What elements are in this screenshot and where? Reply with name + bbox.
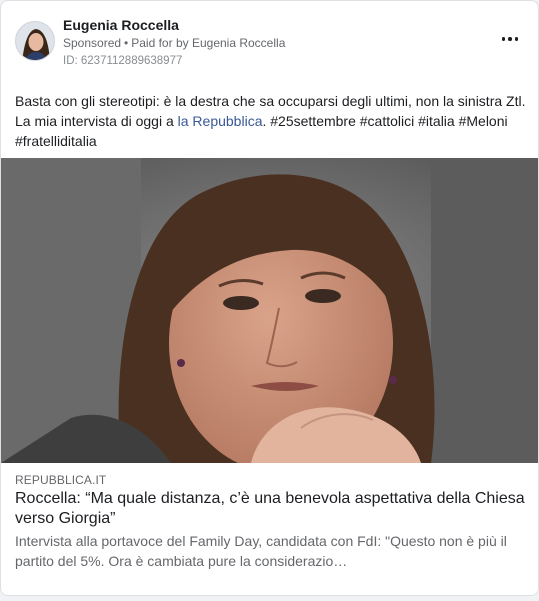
paid-for-prefix: Paid for by <box>131 36 189 50</box>
ad-id: ID: 6237112889638977 <box>63 55 183 67</box>
repubblica-link[interactable]: la Repubblica <box>178 113 263 129</box>
link-domain: REPUBBLICA.IT <box>15 473 107 487</box>
separator-dot: • <box>124 36 129 50</box>
author-name[interactable]: Eugenia Roccella <box>63 17 179 33</box>
link-description: Intervista alla portavoce del Family Day… <box>15 533 507 569</box>
link-headline[interactable]: Roccella: “Ma quale distanza, c’è una be… <box>15 489 525 529</box>
link-preview[interactable]: REPUBBLICA.IT Roccella: “Ma quale distan… <box>1 463 538 595</box>
author-avatar[interactable] <box>15 21 55 61</box>
sponsored-line: Sponsored • Paid for by Eugenia Roccella <box>63 36 285 50</box>
post-text: Basta con gli stereotipi: è la destra ch… <box>15 91 530 151</box>
paid-for-name: Eugenia Roccella <box>191 36 286 50</box>
ad-card: Eugenia Roccella Sponsored • Paid for by E… <box>0 0 539 596</box>
post-photo[interactable] <box>1 158 538 463</box>
sponsored-label: Sponsored <box>63 36 122 50</box>
post-header: Eugenia Roccella Sponsored • Paid for by E… <box>15 17 524 73</box>
more-options-icon[interactable] <box>498 31 522 47</box>
